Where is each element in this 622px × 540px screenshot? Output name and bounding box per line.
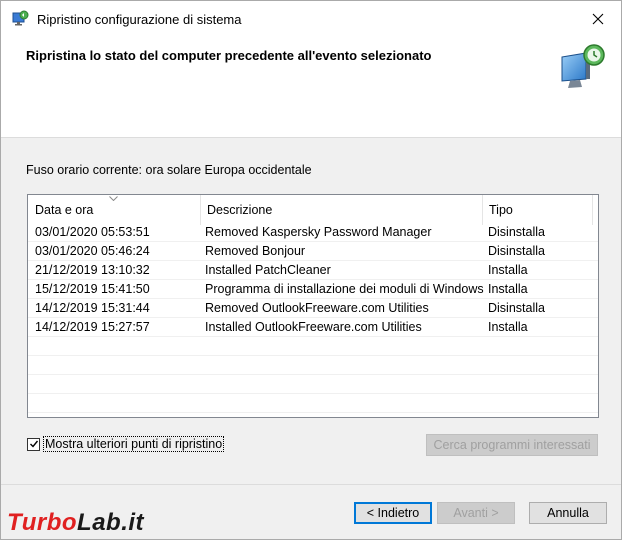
type-cell: Installa [488,263,528,277]
table-row[interactable]: 14/12/2019 15:27:57 Installed OutlookFre… [28,318,598,337]
system-restore-icon [12,10,29,26]
close-icon [592,13,604,25]
empty-row [28,356,598,375]
type-cell: Disinstalla [488,244,545,258]
type-cell: Disinstalla [488,301,545,315]
show-more-label[interactable]: Mostra ulteriori punti di ripristino [42,436,225,452]
description-cell: Removed Kaspersky Password Manager [205,225,432,239]
date-cell: 21/12/2019 13:10:32 [35,263,150,277]
wizard-header: Ripristina lo stato del computer precede… [1,37,621,138]
column-separator[interactable] [592,195,593,225]
description-cell: Removed OutlookFreeware.com Utilities [205,301,429,315]
date-cell: 03/01/2020 05:46:24 [35,244,150,258]
timezone-label: Fuso orario corrente: ora solare Europa … [26,163,312,177]
type-cell: Installa [488,282,528,296]
description-cell: Installed PatchCleaner [205,263,331,277]
watermark-logo: TurboLab.it [7,509,144,537]
watermark-part2: Lab.it [77,509,145,536]
column-header-description[interactable]: Descrizione [200,195,482,225]
back-button[interactable]: < Indietro [354,502,432,524]
empty-row [28,375,598,394]
system-restore-window: Ripristino configurazione di sistema Rip… [0,0,622,540]
checkmark-icon [29,440,38,448]
show-more-checkbox[interactable] [27,437,40,451]
table-row[interactable]: 21/12/2019 13:10:32 Installed PatchClean… [28,261,598,280]
description-cell: Installed OutlookFreeware.com Utilities [205,320,422,334]
date-cell: 03/01/2020 05:53:51 [35,225,150,239]
system-restore-large-icon [561,44,605,88]
date-cell: 14/12/2019 15:27:57 [35,320,150,334]
cancel-button[interactable]: Annulla [529,502,607,524]
title-bar: Ripristino configurazione di sistema [1,1,621,37]
table-row[interactable]: 15/12/2019 15:41:50 Programma di install… [28,280,598,299]
restore-points-table[interactable]: Data e ora Descrizione Tipo 03/01/2020 0… [27,194,599,418]
empty-row [28,394,598,413]
date-cell: 15/12/2019 15:41:50 [35,282,150,296]
page-title: Ripristina lo stato del computer precede… [26,48,432,63]
type-cell: Installa [488,320,528,334]
date-cell: 14/12/2019 15:31:44 [35,301,150,315]
type-cell: Disinstalla [488,225,545,239]
close-button[interactable] [575,1,621,37]
column-header-type[interactable]: Tipo [482,195,592,225]
table-row[interactable]: 03/01/2020 05:46:24 Removed Bonjour Disi… [28,242,598,261]
window-title: Ripristino configurazione di sistema [37,12,242,27]
show-more-restore-points[interactable]: Mostra ulteriori punti di ripristino [27,436,225,452]
watermark-part1: Turbo [7,509,78,536]
description-cell: Programma di installazione dei moduli di… [205,282,484,296]
table-row[interactable]: 03/01/2020 05:53:51 Removed Kaspersky Pa… [28,223,598,242]
footer-divider [1,484,621,485]
next-button[interactable]: Avanti > [437,502,515,524]
description-cell: Removed Bonjour [205,244,306,258]
column-header-date[interactable]: Data e ora [28,195,200,225]
empty-row [28,337,598,356]
scan-affected-programs-button[interactable]: Cerca programmi interessati [426,434,598,456]
table-row[interactable]: 14/12/2019 15:31:44 Removed OutlookFreew… [28,299,598,318]
